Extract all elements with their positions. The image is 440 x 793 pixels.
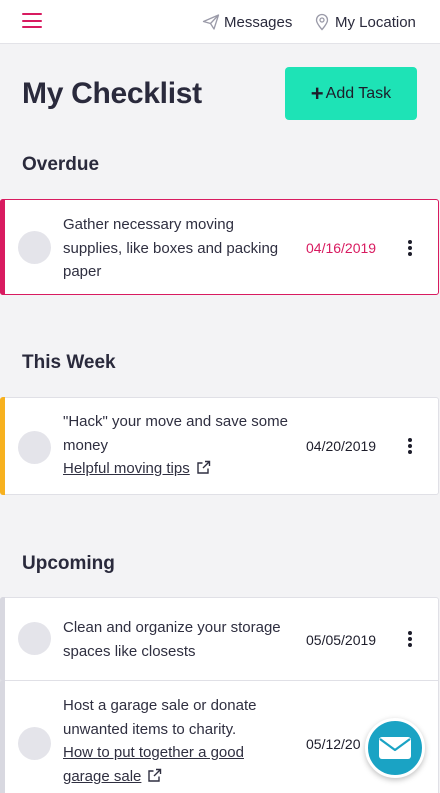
status-bar xyxy=(0,680,5,793)
status-bar xyxy=(0,199,5,295)
task-checkbox[interactable] xyxy=(18,727,51,760)
task-checkbox[interactable] xyxy=(18,622,51,655)
task-checkbox[interactable] xyxy=(18,231,51,264)
more-options-icon[interactable] xyxy=(401,630,419,648)
messages-link[interactable]: Messages xyxy=(202,12,292,32)
status-bar xyxy=(0,597,5,681)
task-due-date: 04/16/2019 xyxy=(306,240,377,256)
status-bar xyxy=(0,397,5,495)
my-location-label: My Location xyxy=(335,13,416,31)
task-due-date: 05/05/2019 xyxy=(306,632,377,648)
task-checkbox[interactable] xyxy=(18,431,51,464)
top-nav-bar: Messages My Location xyxy=(0,0,440,44)
task-due-date: 05/12/20 xyxy=(306,736,361,752)
plus-icon: + xyxy=(310,80,324,106)
more-options-icon[interactable] xyxy=(401,239,419,257)
section-title-overdue: Overdue xyxy=(22,154,100,175)
envelope-icon xyxy=(379,737,411,759)
helpful-moving-tips-link[interactable]: Helpful moving tips xyxy=(63,460,190,477)
section-title-upcoming: Upcoming xyxy=(22,553,115,574)
task-card-overdue: Gather necessary moving supplies, like b… xyxy=(0,199,439,295)
add-task-label: Add Task xyxy=(325,84,392,102)
task-content: Host a garage sale or donate unwanted it… xyxy=(63,694,288,788)
add-task-button[interactable]: + Add Task xyxy=(285,67,417,120)
paper-plane-icon xyxy=(202,13,220,31)
external-link-icon[interactable] xyxy=(147,767,162,782)
chat-button[interactable] xyxy=(365,718,425,778)
task-text: "Hack" your move and save some money xyxy=(63,413,288,454)
task-content: "Hack" your move and save some money Hel… xyxy=(63,410,293,481)
map-pin-icon xyxy=(313,13,331,31)
messages-label: Messages xyxy=(224,13,293,31)
task-card-this-week: "Hack" your move and save some money Hel… xyxy=(0,397,439,495)
external-link-icon[interactable] xyxy=(196,459,211,474)
task-card-upcoming: Clean and organize your storage spaces l… xyxy=(0,597,439,681)
section-title-this-week: This Week xyxy=(22,352,116,373)
task-text: Clean and organize your storage spaces l… xyxy=(63,619,281,660)
my-location-link[interactable]: My Location xyxy=(313,12,416,32)
task-text: Gather necessary moving supplies, like b… xyxy=(63,216,279,280)
task-text: Host a garage sale or donate unwanted it… xyxy=(63,697,257,738)
hamburger-menu-icon[interactable] xyxy=(22,12,42,29)
task-due-date: 04/20/2019 xyxy=(306,438,377,454)
more-options-icon[interactable] xyxy=(401,437,419,455)
page-title: My Checklist xyxy=(22,77,202,110)
